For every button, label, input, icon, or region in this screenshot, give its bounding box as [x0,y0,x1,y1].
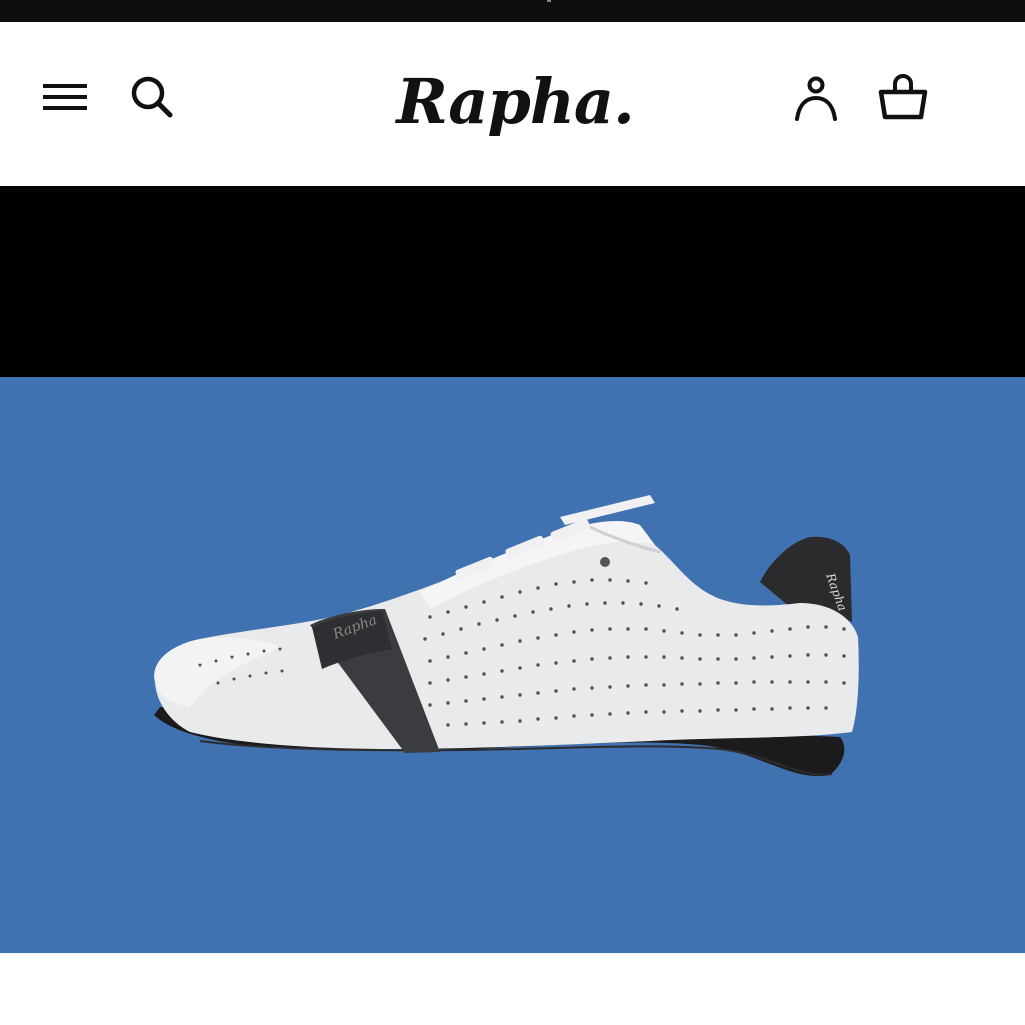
hamburger-menu-icon [43,84,87,110]
rapha-logo[interactable]: Rapha. [395,46,635,156]
content-area [0,953,1025,1025]
basket-icon [878,73,928,120]
search-icon [131,76,173,118]
status-bar [0,0,1025,22]
brand-wordmark: Rapha. [396,64,634,138]
cycling-shoe-image: Rapha Rapha [154,495,859,777]
search-button[interactable] [124,70,180,124]
status-indicator [547,0,551,2]
hero-banner[interactable]: Rapha Rapha [0,377,1025,953]
user-account-icon [795,76,837,121]
hero-top-band [0,186,1025,377]
site-header: Rapha. [0,22,1025,186]
menu-button[interactable] [36,72,94,122]
account-button[interactable] [788,68,844,126]
basket-button[interactable] [872,68,934,126]
